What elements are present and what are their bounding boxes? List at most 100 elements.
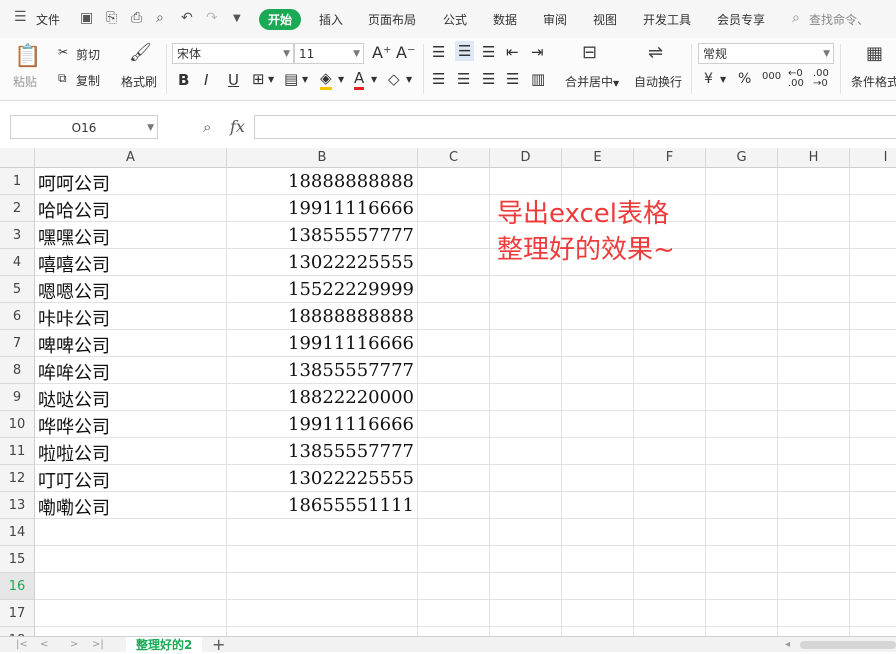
function-button[interactable]: fx bbox=[230, 117, 245, 136]
redo-icon[interactable]: ↷ bbox=[206, 10, 218, 26]
copy-button[interactable]: 复制 bbox=[76, 72, 100, 89]
save-icon[interactable]: ▣ bbox=[80, 10, 93, 26]
tab-member[interactable]: 会员专享 bbox=[717, 11, 765, 28]
row-header-3[interactable]: 3 bbox=[0, 222, 35, 249]
chevron-down-icon[interactable]: ▼ bbox=[302, 75, 308, 84]
column-header-d[interactable]: D bbox=[490, 148, 562, 168]
column-header-g[interactable]: G bbox=[706, 148, 778, 168]
wrap-text-button[interactable]: 自动换行 bbox=[634, 73, 682, 90]
formula-input[interactable] bbox=[254, 115, 896, 139]
cell-b10[interactable]: 19911116666 bbox=[228, 414, 414, 435]
cell-b4[interactable]: 13022225555 bbox=[228, 252, 414, 273]
increase-indent-icon[interactable]: ⇥ bbox=[531, 43, 544, 61]
justify-icon[interactable]: ☰ bbox=[506, 70, 519, 88]
cell-b11[interactable]: 13855557777 bbox=[228, 441, 414, 462]
cell-a13[interactable]: 嘞嘞公司 bbox=[38, 494, 110, 520]
cell-b6[interactable]: 18888888888 bbox=[228, 306, 414, 327]
row-header-11[interactable]: 11 bbox=[0, 438, 35, 465]
underline-button[interactable]: U bbox=[228, 71, 239, 89]
row-header-17[interactable]: 17 bbox=[0, 600, 35, 627]
chevron-down-icon[interactable]: ▼ bbox=[371, 75, 377, 84]
conditional-format-button[interactable]: 条件格式 bbox=[851, 73, 896, 90]
align-left-icon[interactable]: ☰ bbox=[432, 70, 445, 88]
cell-b12[interactable]: 13022225555 bbox=[228, 468, 414, 489]
row-header-2[interactable]: 2 bbox=[0, 195, 35, 222]
cell-a1[interactable]: 呵呵公司 bbox=[38, 170, 110, 196]
sheet-tab[interactable]: 整理好的2 bbox=[126, 637, 203, 652]
cell-a12[interactable]: 叮叮公司 bbox=[38, 467, 110, 493]
search-icon[interactable]: ⌕ bbox=[792, 10, 800, 26]
row-header-5[interactable]: 5 bbox=[0, 276, 35, 303]
align-middle-icon[interactable]: ☰ bbox=[455, 41, 475, 61]
cell-a3[interactable]: 嘿嘿公司 bbox=[38, 224, 110, 250]
column-header-c[interactable]: C bbox=[418, 148, 490, 168]
row-header-9[interactable]: 9 bbox=[0, 384, 35, 411]
number-format-select[interactable]: 常规 ▼ bbox=[698, 43, 834, 64]
print-icon[interactable]: ⎙ bbox=[131, 10, 142, 26]
row-header-6[interactable]: 6 bbox=[0, 303, 35, 330]
row-header-10[interactable]: 10 bbox=[0, 411, 35, 438]
cell-a5[interactable]: 嗯嗯公司 bbox=[38, 278, 110, 304]
paste-icon[interactable]: 📋 bbox=[14, 44, 41, 69]
column-header-i[interactable]: I bbox=[850, 148, 896, 168]
merge-center-button[interactable]: 合并居中▼ bbox=[565, 73, 619, 90]
name-box[interactable]: O16 ▼ bbox=[10, 115, 158, 139]
decrease-font-icon[interactable]: A⁻ bbox=[396, 43, 415, 62]
search-command-input[interactable]: 查找命令、 bbox=[809, 11, 869, 28]
row-header-4[interactable]: 4 bbox=[0, 249, 35, 276]
undo-icon[interactable]: ↶ bbox=[181, 10, 193, 26]
cell-style-icon[interactable]: ▤ bbox=[284, 70, 298, 88]
decrease-decimal-icon[interactable]: .00 →0 bbox=[813, 69, 829, 89]
export-icon[interactable]: ⎘ bbox=[106, 10, 117, 26]
cell-b7[interactable]: 19911116666 bbox=[228, 333, 414, 354]
add-sheet-button[interactable]: + bbox=[212, 635, 225, 654]
cell-a6[interactable]: 咔咔公司 bbox=[38, 305, 110, 331]
row-header-7[interactable]: 7 bbox=[0, 330, 35, 357]
cell-b2[interactable]: 19911116666 bbox=[228, 198, 414, 219]
cut-button[interactable]: 剪切 bbox=[76, 46, 100, 63]
scissors-icon[interactable]: ✂ bbox=[58, 45, 68, 59]
thousands-button[interactable]: 000 bbox=[762, 71, 781, 82]
prev-sheet-icon[interactable]: < bbox=[40, 639, 48, 650]
cell-a10[interactable]: 哗哗公司 bbox=[38, 413, 110, 439]
zoom-icon[interactable]: ⌕ bbox=[203, 118, 211, 136]
hamburger-icon[interactable]: ☰ bbox=[14, 9, 27, 25]
print-preview-icon[interactable]: ⌕ bbox=[156, 10, 164, 26]
chevron-down-icon[interactable]: ▼ bbox=[268, 75, 274, 84]
column-header-e[interactable]: E bbox=[562, 148, 634, 168]
file-menu[interactable]: 文件 bbox=[36, 11, 60, 28]
column-header-b[interactable]: B bbox=[227, 148, 418, 168]
font-name-select[interactable]: 宋体 ▼ bbox=[172, 43, 294, 64]
decrease-indent-icon[interactable]: ⇤ bbox=[506, 43, 519, 61]
row-header-8[interactable]: 8 bbox=[0, 357, 35, 384]
cell-b5[interactable]: 15522229999 bbox=[228, 279, 414, 300]
horizontal-scrollbar[interactable] bbox=[800, 641, 896, 649]
chevron-down-icon[interactable]: ▼ bbox=[720, 75, 726, 84]
tab-formulas[interactable]: 公式 bbox=[443, 11, 467, 28]
cell-b8[interactable]: 13855557777 bbox=[228, 360, 414, 381]
row-header-13[interactable]: 13 bbox=[0, 492, 35, 519]
row-header-12[interactable]: 12 bbox=[0, 465, 35, 492]
chevron-down-icon[interactable]: ▼ bbox=[233, 13, 241, 24]
column-header-a[interactable]: A bbox=[35, 148, 227, 168]
wrap-text-icon[interactable]: ⇌ bbox=[648, 42, 663, 63]
tab-insert[interactable]: 插入 bbox=[319, 11, 343, 28]
fill-color-icon[interactable]: ◈ bbox=[320, 69, 332, 90]
border-icon[interactable]: ⊞ bbox=[252, 70, 265, 88]
cell-a9[interactable]: 哒哒公司 bbox=[38, 386, 110, 412]
percent-button[interactable]: % bbox=[738, 71, 751, 87]
tab-review[interactable]: 审阅 bbox=[543, 11, 567, 28]
format-painter-button[interactable]: 格式刷 bbox=[121, 73, 157, 90]
last-sheet-icon[interactable]: >| bbox=[92, 639, 104, 650]
chevron-down-icon[interactable]: ▼ bbox=[338, 75, 344, 84]
cell-b9[interactable]: 18822220000 bbox=[228, 387, 414, 408]
tab-page-layout[interactable]: 页面布局 bbox=[368, 11, 416, 28]
align-right-icon[interactable]: ☰ bbox=[482, 70, 495, 88]
align-bottom-icon[interactable]: ☰ bbox=[482, 43, 495, 61]
cell-b13[interactable]: 18655551111 bbox=[228, 495, 414, 516]
increase-decimal-icon[interactable]: ←0.00 bbox=[788, 69, 804, 89]
row-header-15[interactable]: 15 bbox=[0, 546, 35, 573]
italic-button[interactable]: I bbox=[204, 71, 208, 89]
tab-home[interactable]: 开始 bbox=[259, 9, 302, 30]
copy-icon[interactable]: ⧉ bbox=[58, 71, 67, 86]
